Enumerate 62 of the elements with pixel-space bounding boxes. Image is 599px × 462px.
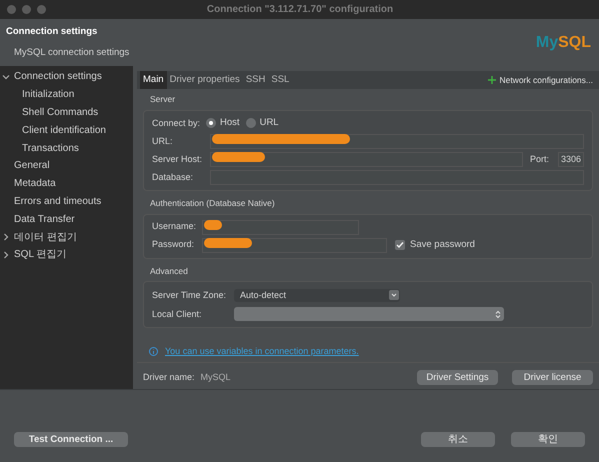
- tab[interactable]: SSH: [242, 71, 268, 89]
- header-subtitle: MySQL connection settings: [14, 46, 130, 60]
- info-icon: [149, 346, 158, 356]
- radio-label: URL: [260, 116, 279, 130]
- local-client-dropdown[interactable]: [234, 307, 504, 322]
- radio-button[interactable]: [206, 118, 216, 128]
- tab[interactable]: Driver properties: [166, 71, 243, 89]
- section-title: Advanced: [150, 264, 189, 278]
- username-field[interactable]: [202, 220, 359, 234]
- field-label: Connect by:: [152, 116, 200, 130]
- chevron-right-icon[interactable]: [2, 233, 10, 242]
- field-label: Server Host:: [152, 152, 204, 166]
- sidebar-item[interactable]: Initialization: [22, 87, 74, 102]
- tab[interactable]: SSL: [268, 71, 292, 89]
- sidebar-item[interactable]: Transactions: [22, 140, 79, 156]
- chevron-right-icon[interactable]: [2, 250, 10, 259]
- checkbox-label: Save password: [410, 238, 475, 252]
- field-label: Local Client:: [152, 308, 203, 320]
- sidebar-item[interactable]: 데이터 편집기: [14, 230, 77, 245]
- button[interactable]: 확인: [511, 432, 585, 447]
- radio-button[interactable]: [246, 118, 256, 128]
- section-title: Server: [150, 93, 176, 106]
- up-down-icon: [495, 310, 501, 319]
- section-title: Authentication (Database Native): [150, 196, 276, 210]
- mysql-logo: MySQL: [536, 35, 591, 51]
- url-field[interactable]: [210, 134, 584, 149]
- server-host-field[interactable]: [210, 152, 523, 167]
- password-field[interactable]: [202, 238, 387, 252]
- driver-name: MySQL: [200, 370, 231, 384]
- sidebar-item[interactable]: Errors and timeouts: [14, 194, 102, 209]
- field-label: Username:: [152, 220, 198, 234]
- redaction-mark: [211, 150, 266, 163]
- field-label: Driver name:: [143, 370, 195, 384]
- header-title: Connection settings: [6, 25, 98, 39]
- chevron-down-icon[interactable]: [2, 72, 10, 81]
- field-label: Password:: [152, 238, 196, 252]
- sidebar-item[interactable]: Metadata: [14, 176, 56, 192]
- checkbox[interactable]: [395, 240, 405, 250]
- window-title: Connection "3.112.71.70" configuration: [206, 3, 394, 17]
- field-label: URL:: [152, 134, 174, 148]
- tab[interactable]: Main: [140, 71, 167, 89]
- sidebar-item[interactable]: Connection settings: [14, 69, 102, 84]
- button[interactable]: Driver license: [512, 370, 593, 385]
- button[interactable]: Test Connection ...: [14, 432, 128, 447]
- sidebar-item[interactable]: Client identification: [22, 122, 106, 138]
- sidebar-item[interactable]: SQL 편집기: [14, 247, 66, 262]
- button[interactable]: Driver Settings: [417, 370, 498, 385]
- sidebar-item[interactable]: Data Transfer: [14, 212, 75, 227]
- field-label: Server Time Zone:: [152, 288, 228, 302]
- button[interactable]: 취소: [421, 432, 495, 447]
- sidebar-item[interactable]: Shell Commands: [22, 104, 98, 120]
- redaction-mark: [203, 236, 253, 248]
- redaction-mark: [203, 218, 223, 230]
- port-field[interactable]: 3306: [558, 152, 584, 167]
- timezone-dropdown[interactable]: Auto-detect: [234, 288, 400, 302]
- chevron-down-icon: [389, 290, 399, 300]
- sidebar-item[interactable]: General: [14, 158, 50, 174]
- field-label: Database:: [152, 170, 194, 184]
- radio-label: Host: [220, 116, 240, 130]
- field-label: Port:: [530, 152, 549, 166]
- plus-icon: [488, 76, 496, 84]
- network-configurations-button[interactable]: Network configurations...: [488, 74, 593, 86]
